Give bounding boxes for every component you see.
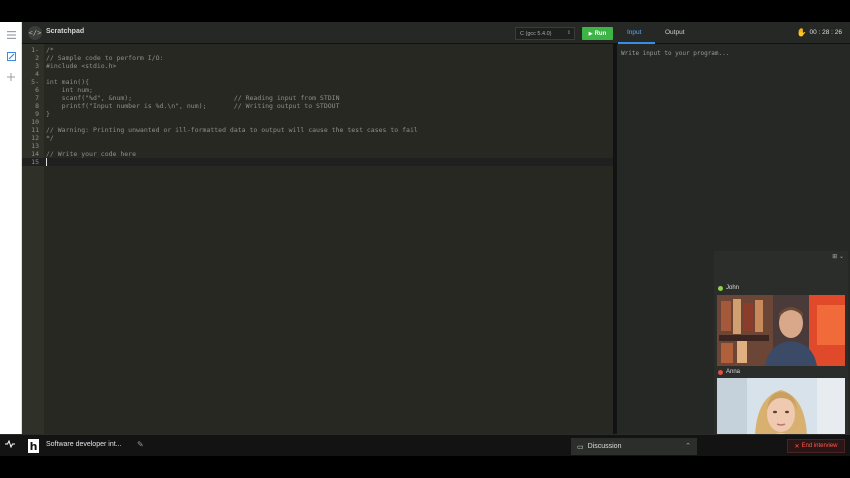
code-line[interactable]: 2 // Sample code to perform I/O: bbox=[22, 54, 613, 62]
play-icon: ▶ bbox=[588, 30, 593, 37]
left-sidebar bbox=[0, 22, 22, 456]
video-feed-john bbox=[717, 295, 845, 366]
code-line[interactable]: 1- /* bbox=[22, 46, 613, 54]
run-button-label: Run bbox=[594, 30, 607, 37]
participant-name: John bbox=[726, 285, 740, 291]
code-line[interactable]: 3 #include <stdio.h> bbox=[22, 62, 613, 70]
menu-icon[interactable] bbox=[3, 27, 19, 43]
line-number: 11 bbox=[31, 126, 39, 134]
video-panel-controls[interactable]: ⊞ ⌄ bbox=[832, 253, 844, 260]
code-text: // Warning: Printing unwanted or ill-for… bbox=[46, 126, 418, 134]
tab-output[interactable]: Output bbox=[665, 29, 685, 36]
chat-icon: ▭ bbox=[577, 443, 584, 451]
run-button[interactable]: ▶ Run bbox=[582, 27, 613, 40]
line-number: 15 bbox=[31, 158, 39, 166]
hand-icon[interactable]: ✋ bbox=[797, 28, 807, 37]
code-text: // Sample code to perform I/O: bbox=[46, 54, 164, 62]
code-icon: </> bbox=[28, 26, 42, 40]
line-number: 8 bbox=[35, 102, 39, 110]
line-number: 13 bbox=[31, 142, 39, 150]
line-number: 9 bbox=[35, 110, 39, 118]
code-line[interactable]: 5- int main(){ bbox=[22, 78, 613, 86]
add-icon[interactable] bbox=[3, 69, 19, 85]
line-number: 10 bbox=[31, 118, 39, 126]
code-text: */ bbox=[46, 134, 54, 142]
bottom-bar: h Software developer int... ✎ ▭ Discussi… bbox=[0, 434, 850, 456]
line-number: 12 bbox=[31, 134, 39, 142]
text-cursor bbox=[46, 158, 47, 166]
timer-value: 00 : 28 : 26 bbox=[809, 29, 842, 36]
code-line[interactable]: 8 printf("Input number is %d.\n", num); … bbox=[22, 102, 613, 110]
video-panel: ⊞ ⌄ John Anna bbox=[714, 251, 848, 449]
participant-label-anna: Anna bbox=[718, 369, 740, 375]
code-text: /* bbox=[46, 46, 54, 54]
discussion-label: Discussion bbox=[587, 443, 622, 450]
program-input-field[interactable]: Write input to your program... bbox=[621, 50, 846, 60]
code-line[interactable]: 11 // Warning: Printing unwanted or ill-f… bbox=[22, 126, 613, 134]
page-title: Scratchpad bbox=[46, 28, 85, 35]
language-select[interactable]: C (gcc 5.4.0) ⇕ bbox=[515, 27, 575, 40]
code-text: scanf("%d", &num); // Reading input from… bbox=[46, 94, 340, 102]
edit-name-icon[interactable]: ✎ bbox=[137, 440, 144, 449]
code-line[interactable]: 6 int num; bbox=[22, 86, 613, 94]
code-line[interactable]: 10 bbox=[22, 118, 613, 126]
line-number: 5- bbox=[31, 78, 39, 86]
code-text: // Write your code here bbox=[46, 150, 137, 158]
activity-icon[interactable] bbox=[5, 439, 15, 450]
code-line[interactable]: 7 scanf("%d", &num); // Reading input fr… bbox=[22, 94, 613, 102]
code-line[interactable]: 15 bbox=[22, 158, 613, 166]
participant-name: Anna bbox=[726, 369, 741, 375]
end-interview-button[interactable]: ✕ End interview bbox=[787, 439, 845, 453]
code-editor[interactable]: 1- /* 2 // Sample code to perform I/O: 3 #inc… bbox=[22, 44, 613, 434]
code-text: printf("Input number is %d.\n", num); //… bbox=[46, 102, 340, 110]
app-window: </> Scratchpad C (gcc 5.4.0) ⇕ ▶ Run Inp… bbox=[0, 22, 850, 456]
select-arrows-icon: ⇕ bbox=[566, 30, 571, 36]
line-number: 4 bbox=[35, 70, 39, 78]
participant-label-john: John bbox=[718, 285, 739, 291]
interview-name: Software developer int... bbox=[46, 441, 122, 448]
line-number: 1- bbox=[31, 46, 39, 54]
top-bar: </> Scratchpad C (gcc 5.4.0) ⇕ ▶ Run Inp… bbox=[22, 22, 850, 44]
line-number: 7 bbox=[35, 94, 39, 102]
end-interview-label: End interview bbox=[801, 443, 838, 449]
tab-input[interactable]: Input bbox=[627, 29, 641, 36]
code-line[interactable]: 14 // Write your code here bbox=[22, 150, 613, 158]
code-line[interactable]: 4 bbox=[22, 70, 613, 78]
code-line[interactable]: 13 bbox=[22, 142, 613, 150]
grid-icon[interactable]: ⊞ bbox=[832, 254, 837, 260]
code-text: int main(){ bbox=[46, 78, 90, 86]
line-number: 14 bbox=[31, 150, 39, 158]
close-icon: ✕ bbox=[794, 443, 800, 450]
edit-icon[interactable] bbox=[3, 48, 19, 64]
chevron-down-icon[interactable]: ⌄ bbox=[839, 254, 844, 260]
code-line[interactable]: 12 */ bbox=[22, 134, 613, 142]
hackerrank-logo: h bbox=[28, 439, 39, 453]
code-text: #include <stdio.h> bbox=[46, 62, 117, 70]
status-dot bbox=[718, 285, 723, 291]
line-number: 6 bbox=[35, 86, 39, 94]
language-select-value: C (gcc 5.4.0) bbox=[520, 31, 552, 37]
discussion-button[interactable]: ▭ Discussion ⌃ bbox=[571, 438, 697, 455]
chevron-up-icon: ⌃ bbox=[685, 443, 691, 450]
code-text: } bbox=[46, 110, 50, 118]
status-dot bbox=[718, 369, 723, 375]
line-number: 2 bbox=[35, 54, 39, 62]
code-line[interactable]: 9} bbox=[22, 110, 613, 118]
interview-timer: ✋ 00 : 28 : 26 bbox=[797, 28, 843, 37]
line-number: 3 bbox=[35, 62, 39, 70]
code-text: int num; bbox=[46, 86, 93, 94]
